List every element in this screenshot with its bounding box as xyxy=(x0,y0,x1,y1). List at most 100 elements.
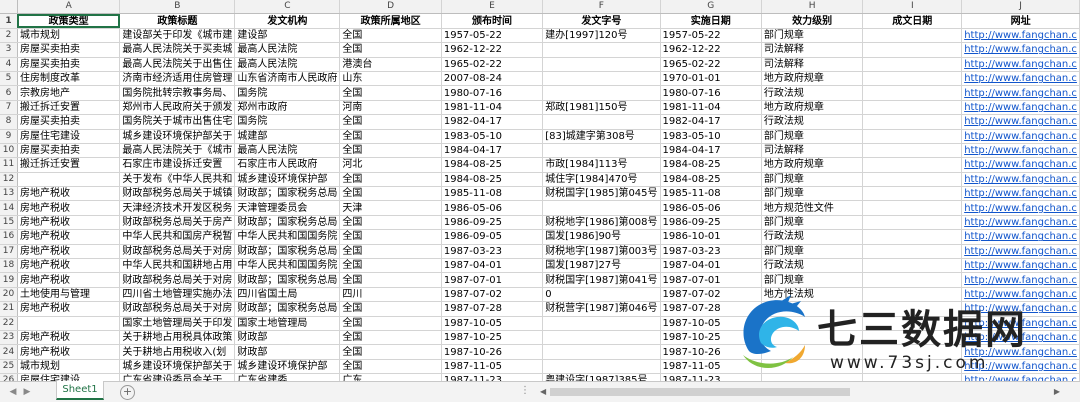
table-cell[interactable]: 建设部 xyxy=(234,28,341,44)
table-cell[interactable] xyxy=(862,200,963,216)
row-number[interactable]: 21 xyxy=(0,301,18,317)
last-sheet-arrow-icon[interactable]: ▶ xyxy=(22,386,32,398)
table-cell[interactable]: 全国 xyxy=(339,85,442,101)
table-cell[interactable]: 财税营字[1987]第046号 xyxy=(542,301,661,317)
table-cell[interactable]: 石家庄市建设拆迁安置 xyxy=(119,157,236,173)
table-cell[interactable]: 中华人民共和国耕地占用 xyxy=(119,258,236,274)
table-cell[interactable]: 郑政[1981]150号 xyxy=(542,100,661,116)
table-cell[interactable]: 1957-05-22 xyxy=(441,28,544,44)
row-number[interactable]: 3 xyxy=(0,42,18,58)
scrollbar-thumb[interactable] xyxy=(550,388,850,396)
table-cell[interactable]: 河南 xyxy=(339,100,442,116)
row-number[interactable]: 6 xyxy=(0,85,18,101)
table-cell[interactable]: 建设部关于印发《城市建 xyxy=(119,28,236,44)
column-header[interactable]: J xyxy=(961,0,1080,15)
table-cell[interactable]: 发文字号 xyxy=(542,13,661,29)
table-cell[interactable] xyxy=(542,57,661,72)
table-cell[interactable]: 1987-10-05 xyxy=(441,316,544,331)
table-cell[interactable]: 城市规划 xyxy=(17,28,121,44)
table-cell[interactable]: 财税国字[1987]第041号 xyxy=(542,272,661,288)
table-cell[interactable]: 全国 xyxy=(339,114,442,130)
scroll-left-icon[interactable]: ◀ xyxy=(540,387,546,396)
table-cell[interactable]: 政策类型 xyxy=(17,13,121,29)
row-number[interactable]: 9 xyxy=(0,129,18,144)
table-cell[interactable]: 1962-12-22 xyxy=(441,42,544,58)
row-number[interactable]: 15 xyxy=(0,215,18,231)
table-cell[interactable] xyxy=(542,330,661,346)
table-cell[interactable]: 部门规章 xyxy=(761,129,864,144)
table-cell[interactable]: 城乡建设环境保护部 xyxy=(234,172,341,188)
row-number[interactable]: 14 xyxy=(0,200,18,216)
row-number[interactable]: 18 xyxy=(0,258,18,274)
table-cell[interactable]: 1981-11-04 xyxy=(441,100,544,116)
table-cell[interactable] xyxy=(542,71,661,87)
table-cell[interactable]: 房地产税收 xyxy=(17,301,121,317)
column-header[interactable]: A xyxy=(17,0,121,15)
table-cell[interactable]: 部门规章 xyxy=(761,172,864,188)
table-cell[interactable]: 国务院批转宗教事务局、 xyxy=(119,85,236,101)
table-cell[interactable]: 城住字[1984]470号 xyxy=(542,172,661,188)
table-cell[interactable]: 财政部税务总局关于城镇 xyxy=(119,186,236,202)
table-cell[interactable]: 政策所属地区 xyxy=(339,13,442,29)
url-cell[interactable]: http://www.fangchan.c xyxy=(961,129,1080,144)
row-number[interactable]: 23 xyxy=(0,330,18,346)
scroll-right-icon[interactable]: ▶ xyxy=(1054,387,1060,396)
table-cell[interactable]: 国务院 xyxy=(234,114,341,130)
table-cell[interactable]: 河北 xyxy=(339,157,442,173)
table-cell[interactable] xyxy=(542,359,661,375)
table-cell[interactable]: 财政部；国家税务总局 xyxy=(234,186,341,202)
table-cell[interactable]: 房屋买卖拍卖 xyxy=(17,114,121,130)
url-cell[interactable]: http://www.fangchan.c xyxy=(961,57,1080,72)
table-cell[interactable]: 成文日期 xyxy=(862,13,963,29)
table-cell[interactable]: 广东省建委 xyxy=(234,373,341,381)
table-cell[interactable]: 住房制度改革 xyxy=(17,71,121,87)
row-number[interactable]: 22 xyxy=(0,316,18,331)
url-cell[interactable]: http://www.fangchan.c xyxy=(961,272,1080,288)
table-cell[interactable]: 地方政府规章 xyxy=(761,71,864,87)
table-cell[interactable]: 房屋买卖拍卖 xyxy=(17,57,121,72)
table-cell[interactable]: 全国 xyxy=(339,359,442,375)
row-number[interactable]: 19 xyxy=(0,272,18,288)
table-cell[interactable]: 财政部税务总局关于对房 xyxy=(119,301,236,317)
table-cell[interactable]: 全国 xyxy=(339,215,442,231)
table-cell[interactable]: 关于耕地占用税收入(划 xyxy=(119,344,236,360)
table-cell[interactable]: 房地产税收 xyxy=(17,344,121,360)
row-number[interactable]: 16 xyxy=(0,229,18,245)
url-cell[interactable]: http://www.fangchan.c xyxy=(961,200,1080,216)
table-cell[interactable]: 1970-01-01 xyxy=(660,71,762,87)
table-cell[interactable]: 1981-11-04 xyxy=(660,100,762,116)
table-cell[interactable] xyxy=(862,244,963,260)
table-cell[interactable]: 四川省国土局 xyxy=(234,287,341,303)
table-cell[interactable]: 财税地字[1987]第003号 xyxy=(542,244,661,260)
table-cell[interactable]: 1984-08-25 xyxy=(660,157,762,173)
table-cell[interactable]: 1986-05-06 xyxy=(660,200,762,216)
table-cell[interactable]: 全国 xyxy=(339,272,442,288)
table-cell[interactable] xyxy=(862,28,963,44)
table-cell[interactable] xyxy=(542,114,661,130)
table-cell[interactable]: 政策标题 xyxy=(119,13,236,29)
table-cell[interactable] xyxy=(542,42,661,58)
table-cell[interactable]: 房屋买卖拍卖 xyxy=(17,42,121,58)
table-cell[interactable]: 1980-07-16 xyxy=(441,85,544,101)
table-cell[interactable]: 财政部 xyxy=(234,330,341,346)
url-cell[interactable]: http://www.fangchan.c xyxy=(961,215,1080,231)
table-cell[interactable]: 1987-04-01 xyxy=(660,258,762,274)
table-cell[interactable]: 部门规章 xyxy=(761,28,864,44)
table-cell[interactable]: 1987-11-05 xyxy=(441,359,544,375)
table-cell[interactable]: 中华人民共和国国务院 xyxy=(234,258,341,274)
table-cell[interactable]: 颁布时间 xyxy=(441,13,544,29)
table-cell[interactable]: 国务院 xyxy=(234,85,341,101)
url-cell[interactable]: http://www.fangchan.c xyxy=(961,100,1080,116)
table-cell[interactable]: 1986-05-06 xyxy=(441,200,544,216)
table-cell[interactable]: 1986-09-25 xyxy=(441,215,544,231)
table-cell[interactable]: 行政法规 xyxy=(761,258,864,274)
table-cell[interactable]: 土地使用与管理 xyxy=(17,287,121,303)
table-cell[interactable]: 2007-08-24 xyxy=(441,71,544,87)
table-cell[interactable]: 1987-10-25 xyxy=(441,330,544,346)
url-cell[interactable]: 网址 xyxy=(961,13,1080,29)
url-cell[interactable]: http://www.fangchan.c xyxy=(961,157,1080,173)
table-cell[interactable] xyxy=(862,114,963,130)
table-cell[interactable]: 财政部；国家税务总局 xyxy=(234,272,341,288)
table-cell[interactable]: 全国 xyxy=(339,28,442,44)
table-cell[interactable]: 全国 xyxy=(339,172,442,188)
